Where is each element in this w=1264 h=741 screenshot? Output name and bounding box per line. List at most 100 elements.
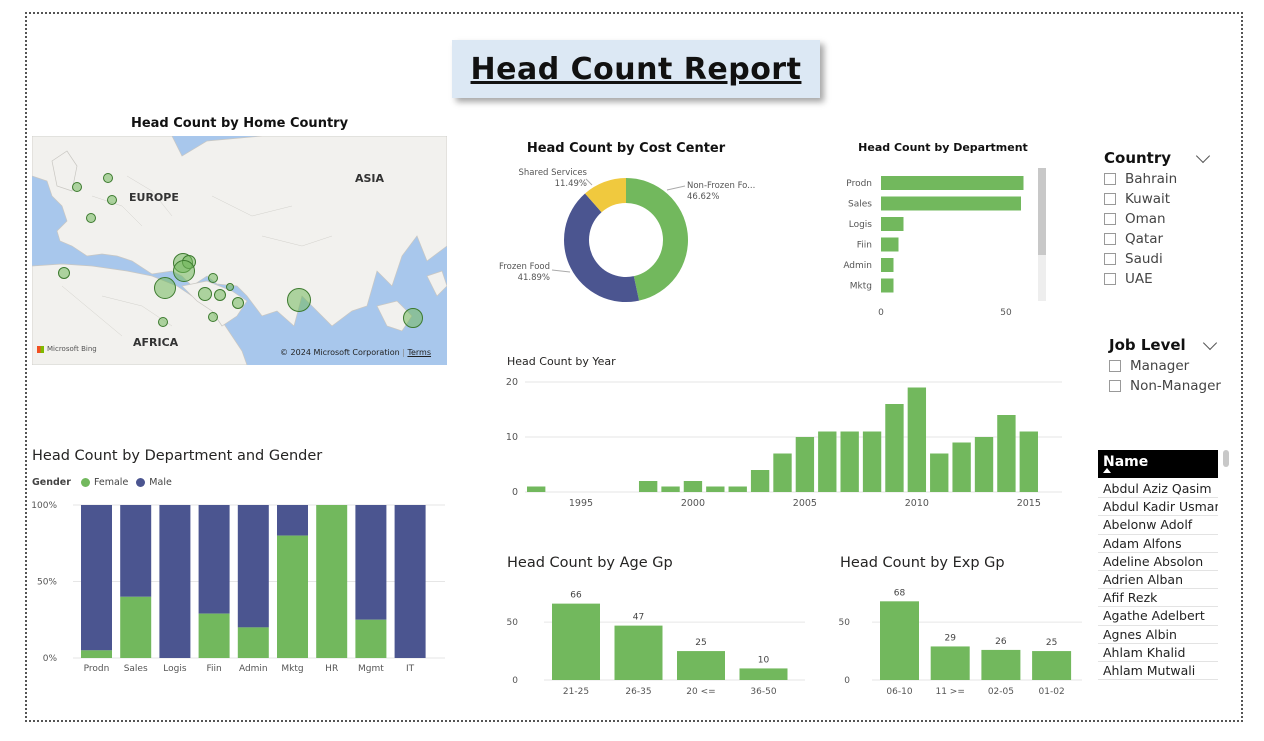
country-item[interactable]: Qatar [1104, 229, 1214, 249]
male-bar[interactable] [120, 505, 152, 597]
year-bar[interactable] [885, 404, 904, 492]
map-bubble[interactable] [107, 195, 117, 205]
year-bar[interactable] [974, 437, 994, 492]
male-bar[interactable] [81, 505, 112, 651]
country-item[interactable]: Bahrain [1104, 169, 1214, 189]
name-table-row[interactable]: Adam Alfons [1098, 535, 1218, 553]
country-item[interactable]: Kuwait [1104, 189, 1214, 209]
donut-slice[interactable] [626, 178, 688, 301]
map-bubble[interactable] [86, 213, 96, 223]
map-bubble[interactable] [226, 283, 234, 291]
male-bar[interactable] [237, 505, 269, 628]
cost-center-donut[interactable]: Non-Frozen Fo...46.62% Frozen Food41.89% S… [480, 160, 800, 320]
home-country-map[interactable]: EUROPE ASIA AFRICA Microsoft Bing © 2024… [32, 136, 447, 365]
dept-scroll-thumb[interactable] [1038, 168, 1046, 255]
year-bar[interactable] [661, 486, 680, 493]
female-bar[interactable] [120, 596, 152, 658]
year-bar[interactable] [750, 470, 770, 492]
exp-gp-chart[interactable]: 0 50 68 06-10 29 11 >= 26 02-05 25 01-02 [832, 585, 1092, 700]
chevron-down-icon[interactable] [1195, 148, 1211, 164]
year-bar[interactable] [1019, 431, 1038, 493]
agebar-bar[interactable] [614, 625, 663, 680]
checkbox-icon[interactable] [1104, 213, 1116, 225]
name-table-row[interactable]: Agathe Adelbert [1098, 607, 1218, 626]
year-bar[interactable] [840, 431, 859, 493]
female-bar[interactable] [355, 619, 387, 658]
map-bubble[interactable] [214, 289, 226, 301]
map-bubble[interactable] [58, 267, 70, 279]
expbar-bar[interactable] [930, 646, 970, 680]
name-table-row[interactable]: Ahlam Khalid [1098, 644, 1218, 662]
checkbox-icon[interactable] [1104, 193, 1116, 205]
year-bar[interactable] [638, 481, 658, 492]
expbar-bar[interactable] [1032, 651, 1072, 680]
department-bar-chart[interactable]: Prodn Sales Logis Fiin Admin Mktg 0 50 [830, 165, 1055, 325]
dept-bar[interactable] [881, 217, 904, 231]
year-bar[interactable] [683, 481, 703, 492]
year-bar[interactable] [862, 431, 882, 493]
year-bar[interactable] [997, 415, 1016, 492]
male-bar[interactable] [277, 505, 308, 536]
dept-bar[interactable] [881, 237, 899, 252]
map-bubble[interactable] [208, 312, 218, 322]
female-bar[interactable] [81, 650, 112, 658]
name-table-row[interactable]: Abelonw Adolf [1098, 516, 1218, 535]
year-bar[interactable] [527, 486, 546, 493]
year-bar[interactable] [952, 442, 971, 493]
map-bubble[interactable] [403, 308, 423, 328]
checkbox-icon[interactable] [1104, 233, 1116, 245]
name-table-header[interactable]: Name [1098, 450, 1218, 478]
male-bar[interactable] [394, 505, 426, 658]
map-bubble[interactable] [158, 317, 168, 327]
agebar-bar[interactable] [739, 668, 788, 680]
male-bar[interactable] [159, 505, 191, 658]
name-table-row[interactable]: Adeline Absolon [1098, 553, 1218, 571]
job-level-item[interactable]: Manager [1109, 356, 1221, 376]
checkbox-icon[interactable] [1109, 380, 1121, 392]
name-table-row[interactable]: Afif Rezk [1098, 589, 1218, 608]
dept-bar[interactable] [881, 278, 894, 293]
dept-bar[interactable] [881, 176, 1024, 190]
dept-bar[interactable] [881, 196, 1021, 211]
year-bar[interactable] [795, 437, 815, 492]
sort-ascending-icon[interactable] [1103, 468, 1111, 473]
map-bubble[interactable] [208, 273, 218, 283]
female-bar[interactable] [277, 535, 308, 658]
name-table-row[interactable]: Abdul Kadir Usman [1098, 498, 1218, 517]
year-bar[interactable] [773, 453, 792, 493]
name-table-row[interactable]: Abdul Aziz Qasim [1098, 480, 1218, 499]
female-bar[interactable] [316, 505, 348, 658]
year-bar[interactable] [818, 431, 837, 493]
agebar-bar[interactable] [677, 651, 725, 680]
country-item[interactable]: Saudi [1104, 249, 1214, 269]
year-bar[interactable] [930, 453, 949, 493]
dept-gender-chart[interactable]: 0% 50% 100% Prodn Sales Logis Fiin Admin Mktg HR M… [25, 495, 450, 680]
male-bar[interactable] [198, 505, 230, 614]
name-table-row[interactable]: Agnes Albin [1098, 626, 1218, 644]
year-bar[interactable] [907, 387, 927, 493]
dept-bar[interactable] [881, 258, 894, 272]
male-bar[interactable] [355, 505, 387, 620]
job-level-item[interactable]: Non-Manager [1109, 376, 1221, 396]
checkbox-icon[interactable] [1104, 173, 1116, 185]
chevron-down-icon[interactable] [1202, 335, 1218, 351]
year-bar[interactable] [706, 486, 725, 493]
map-bubble[interactable] [287, 288, 311, 312]
expbar-bar[interactable] [880, 601, 919, 680]
agebar-bar[interactable] [552, 603, 600, 680]
checkbox-icon[interactable] [1109, 360, 1121, 372]
map-bubble[interactable] [154, 277, 176, 299]
year-bar[interactable] [728, 486, 747, 493]
name-table-row[interactable]: Adrien Alban [1098, 571, 1218, 590]
expbar-bar[interactable] [981, 649, 1021, 680]
map-bubble[interactable] [72, 182, 82, 192]
name-table-scrollbar[interactable] [1223, 450, 1229, 467]
female-bar[interactable] [198, 613, 230, 658]
checkbox-icon[interactable] [1104, 253, 1116, 265]
female-bar[interactable] [237, 627, 269, 658]
country-item[interactable]: UAE [1104, 269, 1214, 289]
age-gp-chart[interactable]: 0 50 66 21-25 47 26-35 25 20 <= 10 36-50 [500, 585, 820, 700]
map-bubble[interactable] [198, 287, 212, 301]
map-bubble[interactable] [232, 297, 244, 309]
year-bar-chart[interactable]: 0 10 20 1995 2000 2005 2010 2015 [500, 372, 1070, 512]
